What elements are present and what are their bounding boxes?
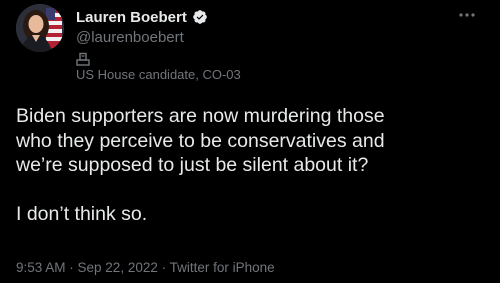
tweet-text-line: I don’t think so.: [16, 203, 148, 225]
verified-badge-icon: [193, 10, 207, 24]
display-name[interactable]: Lauren Boebert: [76, 9, 187, 26]
tweet-time[interactable]: 9:53 AM: [16, 260, 66, 275]
tweet-card: Lauren Boebert @laurenboebert US House c…: [0, 0, 500, 283]
profile-photo: [16, 4, 64, 52]
author-name-row[interactable]: Lauren Boebert: [76, 8, 208, 26]
ballot-box-icon: [76, 52, 90, 66]
more-options-icon[interactable]: [455, 6, 479, 24]
author-handle[interactable]: @laurenboebert: [76, 29, 184, 46]
avatar[interactable]: [16, 4, 64, 52]
tweet-text: Biden supporters are now murdering those…: [16, 104, 486, 227]
tweet-text-line: we’re supposed to just be silent about i…: [16, 154, 369, 176]
tweet-metadata: 9:53 AM · Sep 22, 2022 · Twitter for iPh…: [16, 260, 275, 275]
meta-separator: ·: [157, 260, 170, 275]
candidate-label: US House candidate, CO-03: [76, 67, 241, 82]
tweet-text-line: Biden supporters are now murdering those: [16, 105, 385, 127]
tweet-source[interactable]: Twitter for iPhone: [170, 260, 275, 275]
tweet-date[interactable]: Sep 22, 2022: [78, 260, 158, 275]
tweet-text-line: who they perceive to be conservatives an…: [16, 129, 385, 152]
meta-separator: ·: [65, 260, 78, 275]
